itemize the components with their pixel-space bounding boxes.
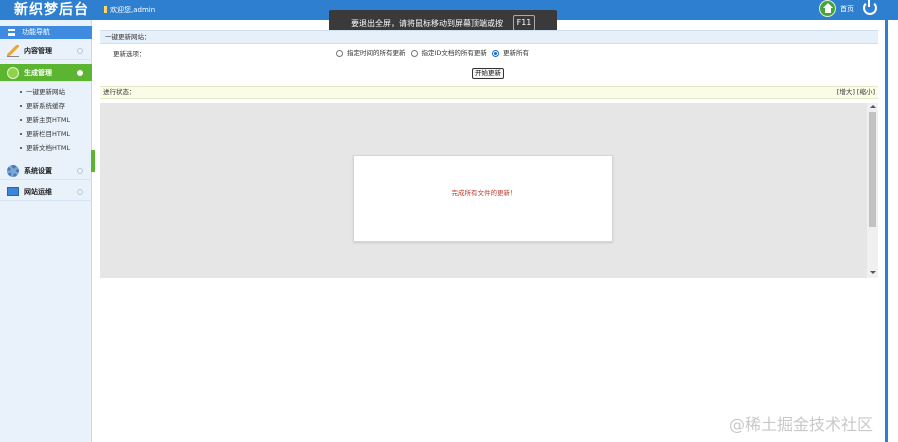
- update-options: 指定时间的所有更新 指定ID文档的所有更新 更新所有: [336, 48, 534, 58]
- radio-label: 指定时间的所有更新: [347, 49, 406, 57]
- chevron-icon: [77, 168, 83, 174]
- sidebar-item-label: 生成管理: [24, 69, 52, 77]
- radio-update-all[interactable]: [491, 49, 499, 57]
- progress-label: 进行状态：: [103, 88, 136, 96]
- sidebar: 功能导航 内容管理 生成管理 一键更新网站 更新系统缓存 更新主页HTML 更新…: [0, 20, 92, 442]
- radio-by-id[interactable]: [410, 49, 418, 57]
- sidebar-item-label: 系统设置: [24, 167, 52, 175]
- chevron-icon: [77, 70, 83, 76]
- welcome-text: 欢迎您,admin: [104, 5, 155, 15]
- submenu-update-cache[interactable]: 更新系统缓存: [0, 99, 92, 113]
- submenu-update-category[interactable]: 更新栏目HTML: [0, 127, 92, 141]
- chevron-icon: [77, 48, 83, 54]
- option-label: 更新选项：: [113, 50, 146, 58]
- resize-links[interactable]: [增大] [缩小]: [837, 87, 875, 98]
- chevron-icon: [77, 189, 83, 195]
- panel-title: 一键更新网站：: [100, 30, 878, 44]
- radio-label: 更新所有: [502, 49, 529, 57]
- menu-list-icon: [8, 29, 15, 36]
- scroll-down-icon[interactable]: [870, 271, 876, 274]
- home-link[interactable]: 首页: [840, 4, 854, 14]
- monitor-icon: [7, 187, 19, 196]
- sidebar-header: 功能导航: [0, 26, 92, 39]
- progress-status-bar: 进行状态： [增大] [缩小]: [100, 86, 878, 99]
- radio-label: 指定ID文档的所有更新: [421, 49, 487, 57]
- sidebar-item-settings[interactable]: 系统设置: [0, 162, 92, 180]
- app-logo: 新织梦后台: [14, 2, 89, 18]
- submenu-update-site[interactable]: 一键更新网站: [0, 85, 92, 99]
- sidebar-title: 功能导航: [22, 28, 50, 36]
- sidebar-item-label: 网站运维: [24, 188, 52, 196]
- welcome-label: 欢迎您,admin: [110, 6, 156, 14]
- result-card: 完成所有文件的更新！: [353, 155, 613, 242]
- pencil-icon: [7, 45, 19, 57]
- sidebar-item-ops[interactable]: 网站运维: [0, 183, 92, 201]
- user-icon: [104, 6, 107, 13]
- f11-key: F11: [513, 15, 535, 31]
- start-update-button[interactable]: 开始更新: [472, 68, 504, 79]
- sidebar-item-generate[interactable]: 生成管理: [0, 64, 92, 82]
- scroll-thumb[interactable]: [869, 112, 876, 227]
- watermark: @稀土掘金技术社区: [729, 415, 874, 434]
- power-icon[interactable]: [863, 0, 877, 15]
- log-scrollbar[interactable]: [867, 103, 878, 278]
- fullscreen-message: 要退出全屏，请将鼠标移动到屏幕顶端或按: [351, 19, 503, 28]
- scroll-up-icon[interactable]: [870, 105, 876, 108]
- sidebar-item-label: 内容管理: [24, 47, 52, 55]
- sidebar-collapse-handle[interactable]: [91, 150, 95, 172]
- sidebar-item-content[interactable]: 内容管理: [0, 42, 92, 60]
- radio-by-time[interactable]: [336, 49, 343, 57]
- submenu-update-home[interactable]: 更新主页HTML: [0, 113, 92, 127]
- frame-border: [885, 20, 888, 442]
- gear-icon: [7, 165, 19, 177]
- submenu-update-document[interactable]: 更新文档HTML: [0, 141, 92, 155]
- home-icon[interactable]: [819, 0, 836, 17]
- result-message: 完成所有文件的更新！: [451, 189, 517, 197]
- tree-icon: [7, 67, 19, 79]
